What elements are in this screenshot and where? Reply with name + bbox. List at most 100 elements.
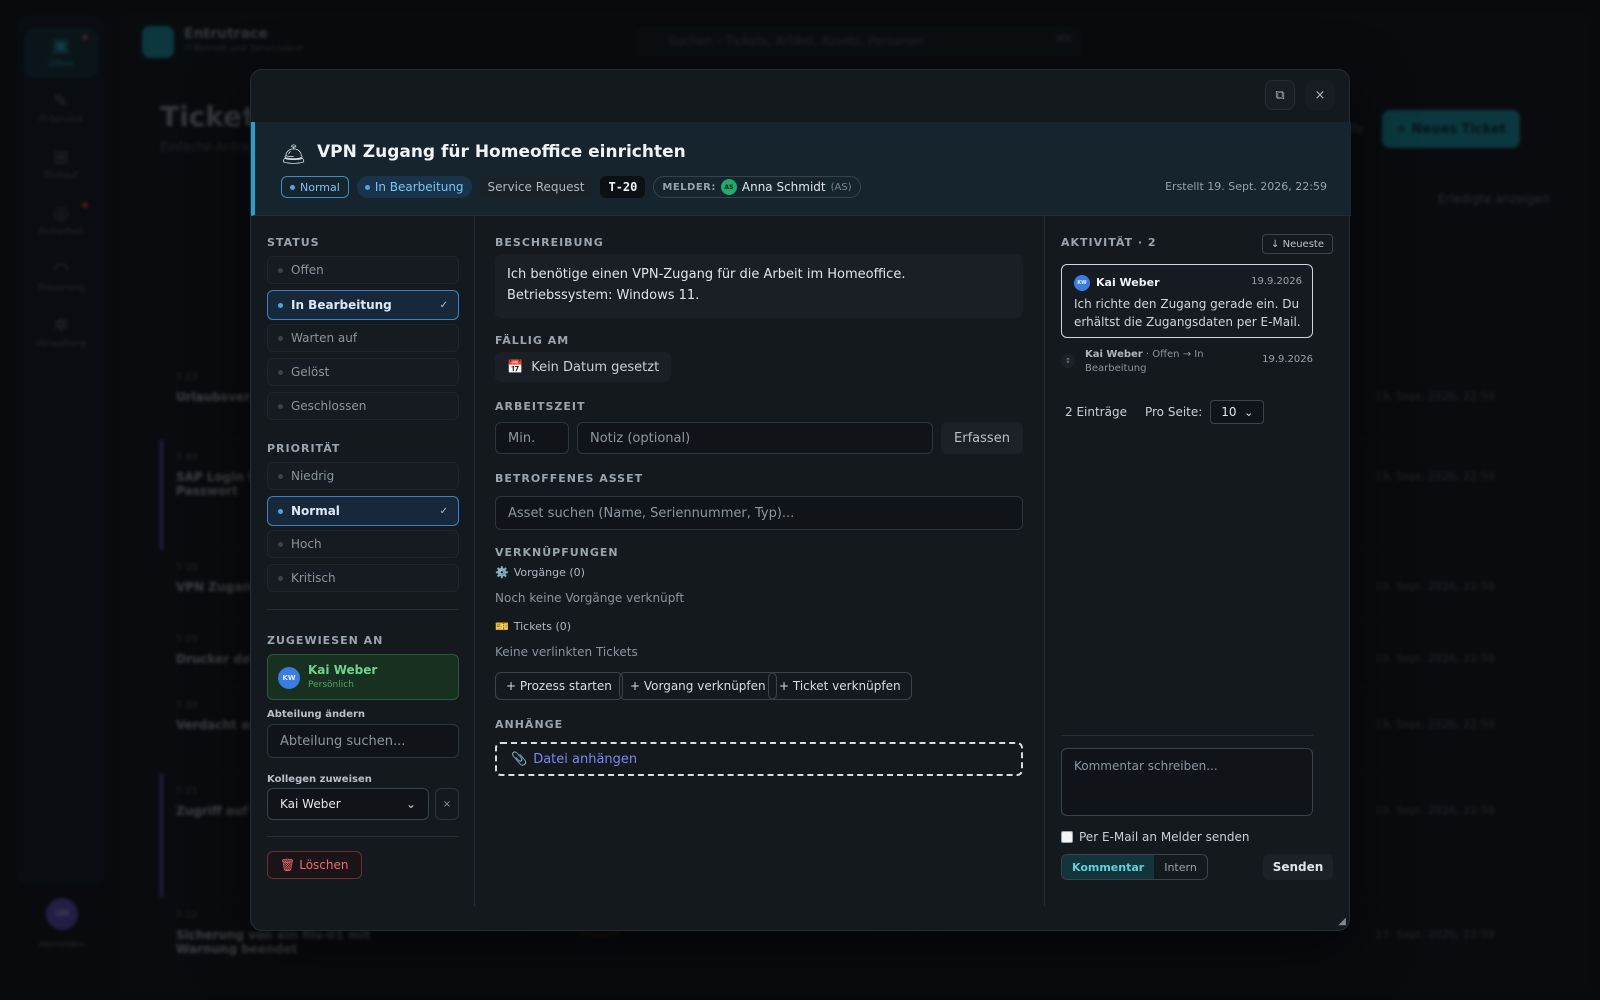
assignee-type: Persönlich	[308, 680, 354, 690]
close-button[interactable]: ×	[1305, 80, 1335, 110]
status-badge-label: In Bearbeitung	[374, 180, 464, 194]
priority-option-normal[interactable]: Normal ✓	[267, 496, 459, 526]
copy-link-button[interactable]: ⧉	[1265, 80, 1295, 110]
priority-option-hoch[interactable]: Hoch	[267, 530, 459, 558]
processes-empty: Noch keine Vorgänge verknüpft	[495, 591, 685, 605]
worktime-note-input[interactable]: Notiz (optional)	[577, 422, 933, 454]
status-option-gelöst[interactable]: Gelöst	[267, 358, 459, 386]
option-dot	[278, 335, 283, 341]
status-section-label: STATUS	[267, 236, 320, 249]
assignee-avatar: KW	[278, 667, 300, 689]
department-label: Abteilung ändern	[267, 709, 366, 720]
description-text: Ich benötige einen VPN-Zugang für die Ar…	[495, 254, 1023, 318]
close-icon: ×	[1314, 87, 1326, 103]
ticket-title: VPN Zugang für Homeoffice einrichten	[317, 142, 686, 162]
reporter-label: MELDER:	[662, 181, 716, 193]
clear-colleague-button[interactable]: ×	[435, 788, 459, 820]
option-dot	[278, 302, 283, 308]
option-label: Niedrig	[291, 469, 335, 483]
priority-option-niedrig[interactable]: Niedrig	[267, 462, 459, 490]
reporter-name: Anna Schmidt	[741, 180, 826, 194]
log-text: Kai Weber · Offen → In Bearbeitung	[1085, 348, 1245, 376]
start-process-button[interactable]: + Prozess starten	[495, 672, 623, 700]
chevron-down-icon: ⌄	[405, 797, 416, 811]
links-label: VERKNÜPFUNGEN	[495, 546, 619, 559]
due-label: FÄLLIG AM	[495, 334, 570, 347]
due-date-button[interactable]: 📅 Kein Datum gesetzt	[495, 352, 672, 382]
divider	[1061, 735, 1313, 736]
tickets-heading: 🎫 Tickets (0)	[495, 620, 571, 633]
log-icon: ↕	[1061, 354, 1075, 368]
option-label: Normal	[291, 504, 340, 518]
colleague-select[interactable]: Kai Weber ⌄	[267, 788, 429, 820]
department-search-input[interactable]: Abteilung suchen...	[267, 724, 459, 758]
delete-button[interactable]: 🗑 Löschen	[267, 851, 362, 879]
status-badge: In Bearbeitung	[356, 176, 472, 198]
processes-heading: ⚙️ Vorgänge (0)	[495, 566, 585, 579]
activity-log-entry: ↕ Kai Weber · Offen → In Bearbeitung 19.…	[1061, 348, 1313, 378]
colleague-label: Kollegen zuweisen	[267, 774, 372, 785]
tab-comment[interactable]: Kommentar	[1062, 855, 1155, 879]
priority-badge: Normal	[281, 176, 349, 198]
tickets-count: Tickets (0)	[513, 620, 572, 633]
chevron-down-icon: ⌄	[1244, 405, 1254, 419]
description-label: BESCHREIBUNG	[495, 236, 604, 249]
right-column: AKTIVITÄT · 2 ↓ Neueste KW Kai Weber 19.…	[1045, 216, 1349, 906]
comment-author: Kai Weber	[1096, 276, 1160, 289]
asset-label: BETROFFENES ASSET	[495, 472, 644, 485]
ticket-id-badge: T-20	[600, 176, 646, 198]
asset-search-input[interactable]: Asset suchen (Name, Seriennummer, Typ)..…	[495, 496, 1023, 530]
attach-file-dropzone[interactable]: 📎 Datei anhängen	[495, 742, 1023, 776]
assignee-card[interactable]: KW Kai Weber Persönlich	[267, 654, 459, 700]
status-option-offen[interactable]: Offen	[267, 256, 459, 284]
status-option-geschlossen[interactable]: Geschlossen	[267, 392, 459, 420]
status-option-warten-auf[interactable]: Warten auf	[267, 324, 459, 352]
gear-icon: ⚙️	[495, 566, 509, 579]
status-option-in-bearbeitung[interactable]: In Bearbeitung ✓	[267, 290, 459, 320]
trash-icon: 🗑	[280, 858, 296, 872]
ticket-detail-modal: ⧉ × 🛎 VPN Zugang für Homeoffice einricht…	[250, 69, 1351, 931]
send-button[interactable]: Senden	[1263, 854, 1333, 880]
priority-section-label: PRIORITÄT	[267, 442, 341, 455]
comment-input[interactable]: Kommentar schreiben...	[1061, 748, 1313, 816]
priority-dot	[290, 184, 295, 190]
capture-time-button[interactable]: Erfassen	[941, 422, 1023, 454]
option-dot	[278, 369, 283, 375]
ticket-icon: 🎫	[495, 620, 509, 633]
note-placeholder: Notiz (optional)	[590, 430, 691, 446]
minutes-input[interactable]: Min.	[495, 422, 569, 454]
left-column: STATUS Offen In Bearbeitung ✓ Warten auf Gel…	[251, 216, 475, 906]
option-dot	[278, 267, 283, 273]
status-dot	[364, 184, 370, 190]
option-label: Offen	[291, 263, 324, 277]
colleague-value: Kai Weber	[280, 797, 341, 811]
assignee-name: Kai Weber	[308, 663, 378, 677]
comment-placeholder: Kommentar schreiben...	[1074, 759, 1218, 773]
email-reporter-checkbox[interactable]	[1061, 831, 1073, 843]
check-icon: ✓	[439, 299, 448, 311]
priority-option-kritisch[interactable]: Kritisch	[267, 564, 459, 592]
link-ticket-button[interactable]: + Ticket verknüpfen	[768, 672, 912, 700]
reporter-avatar: AS	[720, 179, 737, 195]
activity-label: AKTIVITÄT · 2	[1061, 236, 1157, 249]
reporter-initials: (AS)	[830, 181, 852, 193]
comment-date: 19.9.2026	[1251, 276, 1302, 287]
email-reporter-label: Per E-Mail an Melder senden	[1079, 830, 1250, 844]
bell-icon: 🛎	[281, 142, 307, 166]
resize-handle[interactable]: ◢	[1338, 916, 1346, 927]
type-badge: Service Request	[479, 176, 593, 198]
created-timestamp: Erstellt 19. Sept. 2026, 22:59	[1165, 180, 1327, 193]
comment-avatar: KW	[1074, 275, 1090, 291]
comment-visibility-toggle: Kommentar Intern	[1061, 854, 1208, 880]
paperclip-icon: 📎	[511, 751, 528, 767]
option-dot	[278, 575, 283, 581]
calendar-icon: 📅	[507, 359, 524, 375]
tab-internal[interactable]: Intern	[1154, 855, 1207, 879]
per-page-select[interactable]: 10 ⌄	[1210, 400, 1265, 424]
sort-newest-button[interactable]: ↓ Neueste	[1262, 234, 1333, 254]
divider	[267, 609, 459, 610]
priority-badge-label: Normal	[300, 180, 340, 194]
link-process-button[interactable]: + Vorgang verknüpfen	[619, 672, 777, 700]
activity-comment: KW Kai Weber 19.9.2026 Ich richte den Zu…	[1061, 264, 1313, 338]
log-author: Kai Weber	[1085, 349, 1143, 360]
